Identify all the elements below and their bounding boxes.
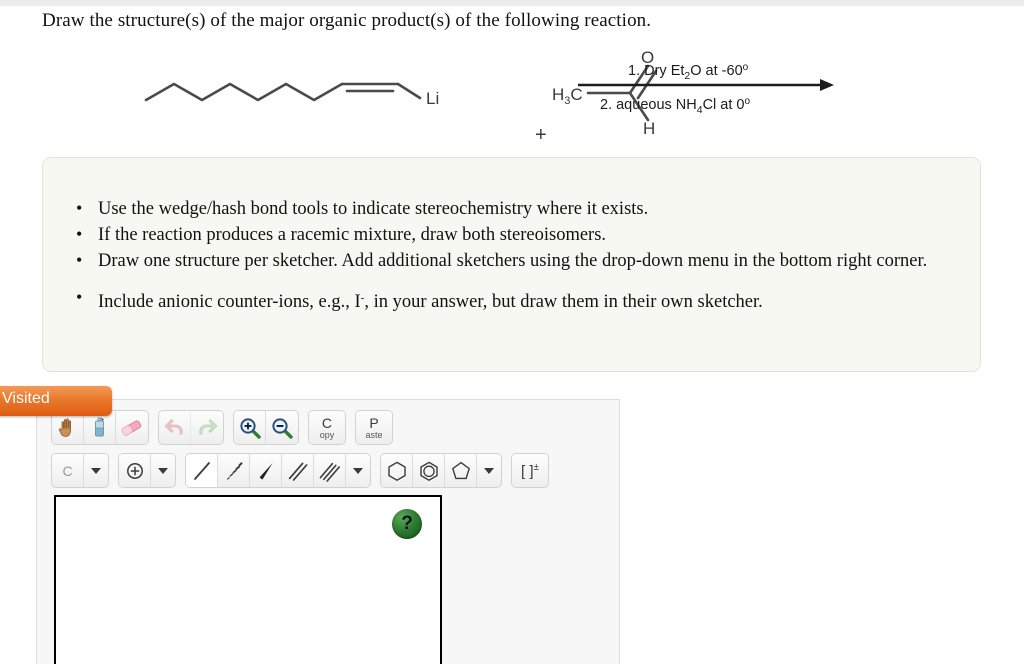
element-carbon-button[interactable]: C xyxy=(52,454,84,487)
benzene-ring-tool[interactable] xyxy=(413,454,445,487)
tool-group-zoom xyxy=(233,410,299,445)
bracket-charge-button[interactable]: [ ]± xyxy=(512,454,548,487)
copy-button[interactable]: C opy xyxy=(308,410,346,445)
hash-bond-tool[interactable] xyxy=(218,454,250,487)
bracket-text: [ ] xyxy=(520,462,534,480)
sketcher-toolbar-row-2: C []± xyxy=(51,453,558,488)
instructions-panel: Use the wedge/hash bond tools to indicat… xyxy=(42,157,981,372)
copy-letter: C xyxy=(321,414,333,431)
condition-bottom-degree: o xyxy=(744,96,751,107)
charge-plus-icon[interactable] xyxy=(119,454,151,487)
paste-label: P aste xyxy=(365,416,382,440)
cyclohexane-ring-tool[interactable] xyxy=(381,454,413,487)
condition-bottom-rest: Cl at 0 xyxy=(702,97,745,113)
element-tool-group: C xyxy=(51,453,109,488)
eraser-icon[interactable] xyxy=(116,411,148,444)
bracket-superscript: ± xyxy=(533,461,540,473)
list-item-text-a: Include anionic counter-ions, e.g., I xyxy=(98,292,361,312)
reaction-condition-bottom: 2. aqueous NH4Cl at 0o xyxy=(600,96,750,116)
chevron-down-icon xyxy=(91,467,101,474)
triple-bond-tool[interactable] xyxy=(314,454,346,487)
charge-tool-group xyxy=(118,453,176,488)
reaction-scheme: Li H3C O H + xyxy=(130,46,870,146)
copy-rest: opy xyxy=(319,429,335,440)
paste-button-inner[interactable]: P aste xyxy=(356,411,392,444)
paste-rest: aste xyxy=(365,429,383,440)
chevron-down-icon xyxy=(484,467,494,474)
top-strip xyxy=(0,0,1024,6)
lithium-label: Li xyxy=(426,89,439,108)
condition-bottom-text: 2. aqueous NH xyxy=(600,97,697,113)
condition-top-degree: o xyxy=(742,62,749,73)
list-item: Draw one structure per sketcher. Add add… xyxy=(76,247,952,274)
condition-top-text: 1. Dry Et xyxy=(628,63,685,79)
molecule-sketcher-panel: C opy P aste C []± ? xyxy=(36,399,620,664)
visited-badge[interactable]: Visited xyxy=(0,386,112,416)
paste-letter: P xyxy=(369,414,379,431)
copy-label: C opy xyxy=(320,416,335,440)
list-item-text-b: , in your answer, but draw them in their… xyxy=(364,292,763,312)
aldehyde-hydrogen-label: H xyxy=(643,119,655,138)
zoom-in-icon[interactable] xyxy=(234,411,266,444)
single-bond-tool[interactable] xyxy=(186,454,218,487)
redo-icon[interactable] xyxy=(191,411,223,444)
paste-button[interactable]: P aste xyxy=(355,410,393,445)
chevron-down-icon xyxy=(353,467,363,474)
help-label: ? xyxy=(401,513,413,534)
ring-dropdown-button[interactable] xyxy=(477,454,501,487)
list-item: If the reaction produces a racemic mixtu… xyxy=(76,221,952,248)
methyl-label: H3C xyxy=(552,85,583,107)
condition-top-rest: O at -60 xyxy=(690,63,743,79)
bracket-charge-tool[interactable]: [ ]± xyxy=(511,453,549,488)
sketcher-canvas[interactable]: ? xyxy=(54,495,442,664)
element-dropdown-button[interactable] xyxy=(84,454,108,487)
wedge-bond-tool[interactable] xyxy=(250,454,282,487)
bond-tool-group xyxy=(185,453,371,488)
help-button[interactable]: ? xyxy=(392,509,422,539)
list-item-text: Draw one structure per sketcher. Add add… xyxy=(98,251,928,271)
page-root: Draw the structure(s) of the major organ… xyxy=(0,0,1024,664)
bond-dropdown-button[interactable] xyxy=(346,454,370,487)
tool-group-history xyxy=(158,410,224,445)
charge-dropdown-button[interactable] xyxy=(151,454,175,487)
undo-icon[interactable] xyxy=(159,411,191,444)
element-label: C xyxy=(62,462,73,479)
double-bond-tool[interactable] xyxy=(282,454,314,487)
list-item: Use the wedge/hash bond tools to indicat… xyxy=(76,195,952,222)
bracket-label: [ ]± xyxy=(521,462,539,480)
chevron-down-icon xyxy=(158,467,168,474)
copy-button-inner[interactable]: C opy xyxy=(309,411,345,444)
ring-tool-group xyxy=(380,453,502,488)
list-item: Include anionic counter-ions, e.g., I-, … xyxy=(76,284,952,315)
cyclopentane-ring-tool[interactable] xyxy=(445,454,477,487)
reaction-condition-top: 1. Dry Et2O at -60o xyxy=(628,62,748,82)
visited-badge-label: Visited xyxy=(2,390,50,407)
plus-sign: + xyxy=(535,124,547,146)
instructions-list: Use the wedge/hash bond tools to indicat… xyxy=(43,158,980,315)
zoom-out-icon[interactable] xyxy=(266,411,298,444)
page-title: Draw the structure(s) of the major organ… xyxy=(42,10,652,31)
